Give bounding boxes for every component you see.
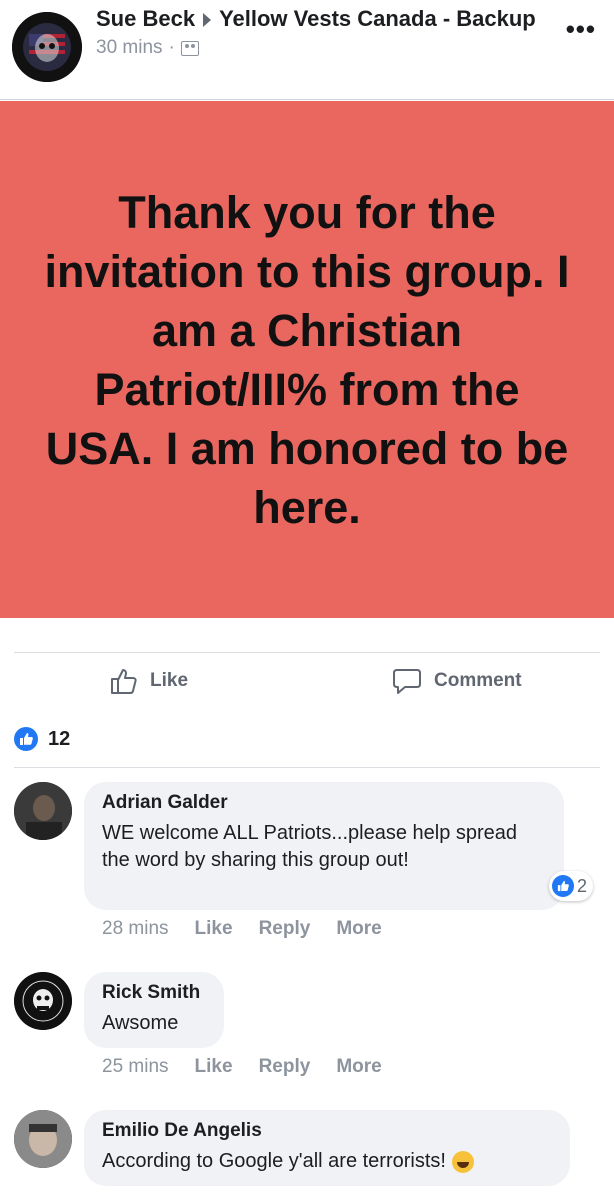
- arrow-right-icon: [203, 12, 212, 27]
- comment-bubble[interactable]: Adrian Galder WE welcome ALL Patriots...…: [84, 782, 564, 910]
- post-header-text: Sue Beck Yellow Vests Canada - Backup 30 …: [96, 4, 536, 59]
- commenter-avatar[interactable]: [14, 782, 72, 840]
- comment-time[interactable]: 25 mins: [102, 1056, 169, 1078]
- like-button[interactable]: Like: [110, 667, 188, 695]
- comment-label: Comment: [434, 670, 522, 691]
- post-text: Thank you for the invitation to this gro…: [44, 186, 570, 533]
- post-actions: Like Comment: [14, 652, 600, 710]
- comment-reply-button[interactable]: Reply: [259, 1056, 311, 1078]
- comment-like-button[interactable]: Like: [195, 918, 233, 940]
- like-reaction-icon: [552, 875, 574, 897]
- commenter-avatar[interactable]: [14, 1110, 72, 1168]
- comment-bubble[interactable]: Emilio De Angelis According to Google y'…: [84, 1110, 570, 1186]
- post-meta: 30 mins ·: [96, 37, 536, 59]
- comment-text-row: According to Google y'all are terrorists…: [102, 1148, 552, 1175]
- author-avatar[interactable]: [12, 12, 82, 82]
- comment-reactions[interactable]: 2: [549, 871, 594, 901]
- commenter-name[interactable]: Adrian Galder: [102, 791, 546, 815]
- comment-like-button[interactable]: Like: [195, 1056, 233, 1078]
- more-options-icon[interactable]: •••: [566, 14, 596, 45]
- divider: [14, 767, 600, 768]
- comment-text: According to Google y'all are terrorists…: [102, 1150, 446, 1172]
- laughing-emoji-icon: [451, 1150, 474, 1173]
- like-label: Like: [150, 670, 189, 691]
- comment-bubble[interactable]: Rick Smith Awsome: [84, 972, 224, 1048]
- comment-reply-button[interactable]: Reply: [259, 918, 311, 940]
- comment-text: Awsome: [102, 1012, 179, 1034]
- group-name[interactable]: Yellow Vests Canada - Backup: [219, 6, 536, 31]
- comment-meta: 25 mins Like Reply More: [102, 1056, 408, 1078]
- comment-time[interactable]: 28 mins: [102, 918, 169, 940]
- comment-more-button[interactable]: More: [336, 1056, 381, 1078]
- reactions-summary[interactable]: 12: [14, 727, 70, 751]
- like-reaction-icon: [14, 727, 38, 751]
- commenter-avatar[interactable]: [14, 972, 72, 1030]
- commenter-name[interactable]: Rick Smith: [102, 981, 206, 1005]
- meta-separator: ·: [168, 37, 175, 58]
- comment-button[interactable]: Comment: [392, 667, 522, 695]
- comment-more-button[interactable]: More: [336, 918, 381, 940]
- comment-icon: [393, 669, 421, 694]
- comment-meta: 28 mins Like Reply More: [102, 918, 408, 940]
- thumbs-up-icon: [111, 669, 137, 694]
- comment-reaction-count: 2: [577, 875, 588, 896]
- comment-text: WE welcome ALL Patriots...please help sp…: [102, 822, 518, 871]
- author-line: Sue Beck Yellow Vests Canada - Backup: [96, 4, 536, 33]
- post-banner: Thank you for the invitation to this gro…: [0, 101, 614, 618]
- group-icon: [180, 40, 199, 56]
- post-header: Sue Beck Yellow Vests Canada - Backup 30 …: [0, 0, 614, 100]
- commenter-name[interactable]: Emilio De Angelis: [102, 1119, 552, 1143]
- author-name[interactable]: Sue Beck: [96, 6, 195, 31]
- reaction-count: 12: [48, 727, 71, 750]
- post-time[interactable]: 30 mins: [96, 37, 163, 59]
